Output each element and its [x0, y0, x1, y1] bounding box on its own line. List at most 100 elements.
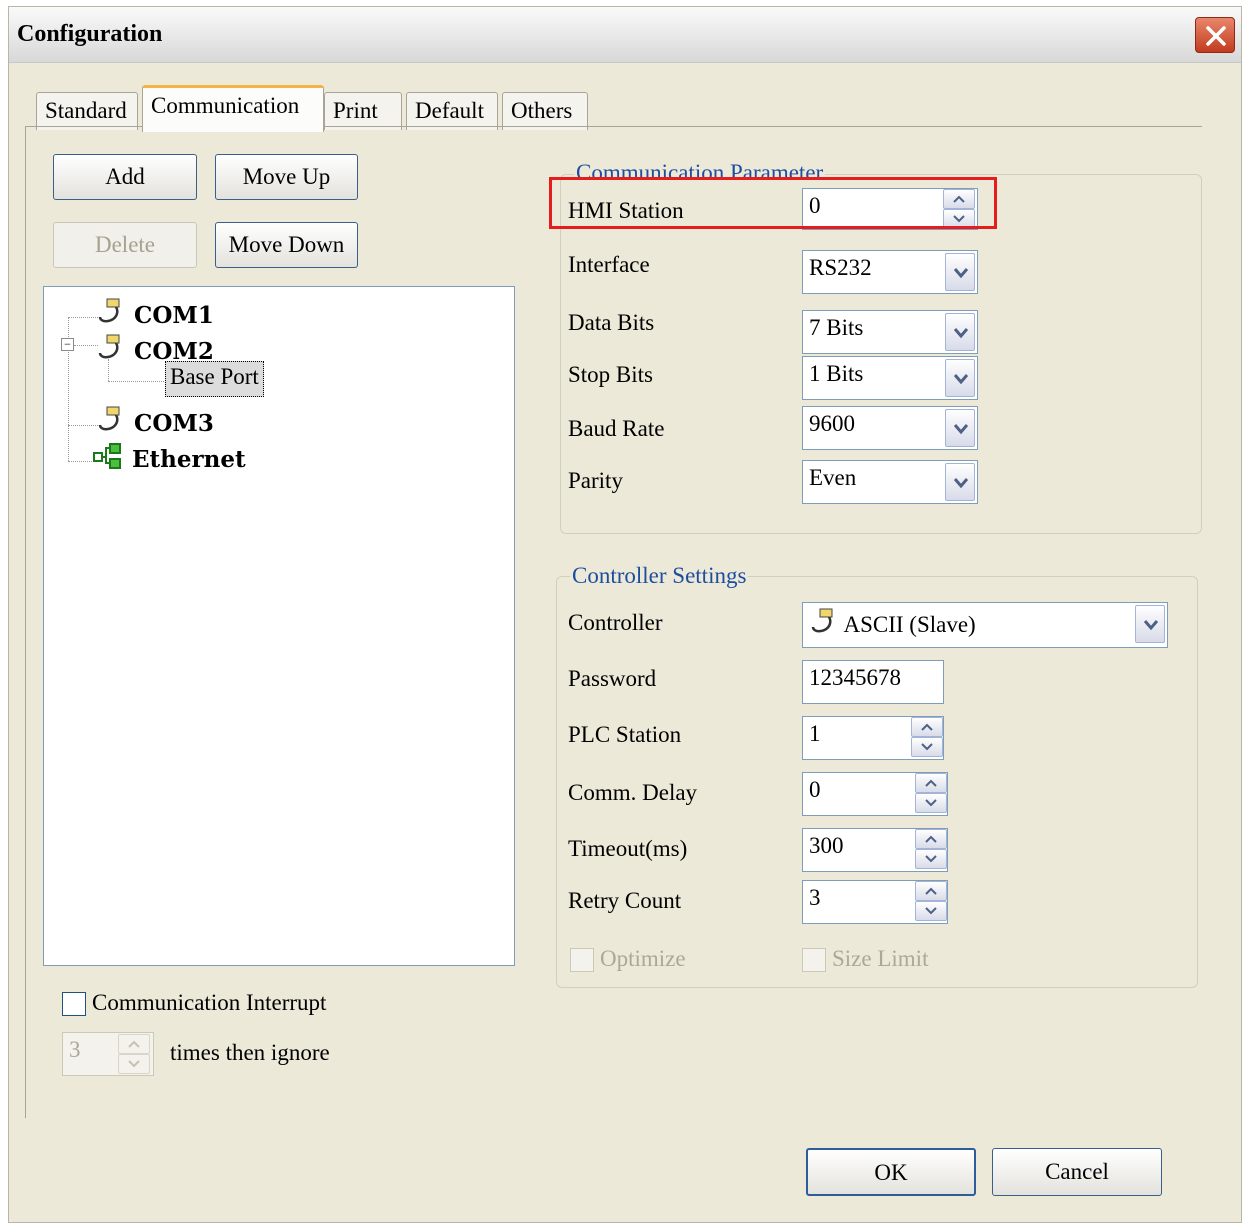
- stop-bits-value: 1 Bits: [809, 361, 864, 386]
- tab-label: Print: [333, 98, 378, 123]
- data-bits-select[interactable]: 7 Bits: [802, 310, 978, 354]
- close-button[interactable]: [1195, 17, 1235, 53]
- data-bits-dropdown-button[interactable]: [945, 313, 975, 351]
- stop-bits-select[interactable]: 1 Bits: [802, 356, 978, 400]
- timeout-stepper[interactable]: 300: [802, 828, 948, 872]
- arrow-down-icon: [925, 799, 937, 807]
- collapse-icon[interactable]: −: [61, 338, 74, 351]
- interrupt-spin[interactable]: [118, 1033, 150, 1075]
- plc-station-label: PLC Station: [568, 722, 682, 747]
- serial-cable-icon: [98, 298, 120, 323]
- delete-button[interactable]: Delete: [53, 222, 197, 268]
- comm-delay-label: Comm. Delay: [568, 780, 698, 805]
- add-button[interactable]: Add: [53, 154, 197, 200]
- move-down-button[interactable]: Move Down: [215, 222, 358, 268]
- spin-up-button[interactable]: [915, 773, 947, 793]
- interrupt-times-stepper[interactable]: 3: [62, 1032, 154, 1076]
- controller-settings-title: Controller Settings: [570, 563, 749, 589]
- controller-select[interactable]: ASCII (Slave): [802, 602, 1168, 648]
- parity-select[interactable]: Even: [802, 460, 978, 504]
- timeout-spin[interactable]: [915, 829, 947, 871]
- controller-label: Controller: [568, 610, 663, 635]
- tree-line: [68, 317, 98, 318]
- password-field[interactable]: 12345678: [802, 660, 944, 704]
- comm-delay-stepper[interactable]: 0: [802, 772, 948, 816]
- spin-up-button[interactable]: [915, 829, 947, 849]
- arrow-up-icon: [925, 887, 937, 895]
- tab-default[interactable]: Default: [406, 92, 498, 130]
- tab-label: Others: [511, 98, 573, 123]
- interface-select[interactable]: RS232: [802, 250, 978, 294]
- tab-standard[interactable]: Standard: [36, 92, 138, 130]
- stop-bits-dropdown-button[interactable]: [945, 359, 975, 397]
- tab-others[interactable]: Others: [502, 92, 588, 130]
- plc-station-spin[interactable]: [911, 717, 943, 759]
- retry-count-value: 3: [809, 885, 821, 910]
- tree-line: [108, 381, 164, 382]
- interface-label: Interface: [568, 252, 650, 277]
- spin-down-button[interactable]: [911, 737, 943, 757]
- tree-line: [68, 461, 92, 462]
- spin-down-button[interactable]: [915, 793, 947, 813]
- move-up-button[interactable]: Move Up: [215, 154, 358, 200]
- retry-count-stepper[interactable]: 3: [802, 880, 948, 924]
- spin-down-button[interactable]: [915, 901, 947, 921]
- tree-item-label: COM3: [134, 410, 214, 437]
- tree-item-ethernet[interactable]: Ethernet: [92, 441, 246, 473]
- spin-up-button[interactable]: [118, 1034, 150, 1054]
- tree-item-label: Ethernet: [132, 446, 246, 473]
- parity-value: Even: [809, 465, 857, 490]
- serial-cable-icon: [811, 608, 833, 633]
- cancel-button[interactable]: Cancel: [992, 1148, 1162, 1196]
- tab-label: Standard: [45, 98, 127, 123]
- chevron-down-icon: [953, 374, 969, 385]
- ok-button[interactable]: OK: [806, 1148, 976, 1196]
- arrow-down-icon: [925, 855, 937, 863]
- close-icon: [1206, 26, 1226, 46]
- password-label: Password: [568, 666, 657, 691]
- interface-value: RS232: [809, 255, 872, 280]
- comm-delay-spin[interactable]: [915, 773, 947, 815]
- data-bits-label: Data Bits: [568, 310, 655, 335]
- hmi-station-highlight: [549, 177, 997, 229]
- plc-station-value: 1: [809, 721, 821, 746]
- communication-interrupt-checkbox[interactable]: [62, 992, 86, 1016]
- spin-up-button[interactable]: [911, 717, 943, 737]
- tree-line: [74, 345, 98, 346]
- interface-dropdown-button[interactable]: [945, 253, 975, 291]
- size-limit-label: Size Limit: [832, 946, 929, 971]
- tree-item-label: COM1: [134, 302, 214, 329]
- arrow-up-icon: [925, 779, 937, 787]
- chevron-down-icon: [953, 424, 969, 435]
- retry-count-spin[interactable]: [915, 881, 947, 923]
- spin-down-button[interactable]: [915, 849, 947, 869]
- interrupt-times-value: 3: [69, 1037, 81, 1062]
- chevron-down-icon: [1143, 620, 1159, 631]
- arrow-up-icon: [925, 835, 937, 843]
- arrow-down-icon: [128, 1060, 140, 1068]
- tab-communication[interactable]: Communication: [142, 85, 324, 132]
- controller-value: ASCII (Slave): [843, 612, 976, 637]
- baud-rate-select[interactable]: 9600: [802, 406, 978, 450]
- password-value: 12345678: [809, 665, 901, 690]
- controller-dropdown-button[interactable]: [1135, 605, 1165, 643]
- tree-item-base-port[interactable]: Base Port: [165, 361, 264, 397]
- title-bar: Configuration: [9, 7, 1241, 63]
- baud-rate-dropdown-button[interactable]: [945, 409, 975, 447]
- tree-item-com1[interactable]: COM1: [96, 297, 214, 329]
- network-icon: [93, 443, 121, 469]
- serial-cable-icon: [98, 406, 120, 431]
- tree-item-com3[interactable]: COM3: [96, 405, 214, 437]
- port-tree[interactable]: − COM1 COM2 Base Port COM3 Ethernet: [43, 286, 515, 966]
- size-limit-checkbox[interactable]: [802, 948, 826, 972]
- optimize-label: Optimize: [600, 946, 686, 971]
- spin-up-button[interactable]: [915, 881, 947, 901]
- parity-dropdown-button[interactable]: [945, 463, 975, 501]
- spin-down-button[interactable]: [118, 1054, 150, 1074]
- optimize-checkbox[interactable]: [570, 948, 594, 972]
- comm-delay-value: 0: [809, 777, 821, 802]
- plc-station-stepper[interactable]: 1: [802, 716, 944, 760]
- chevron-down-icon: [953, 478, 969, 489]
- arrow-down-icon: [925, 907, 937, 915]
- tab-print[interactable]: Print: [324, 92, 402, 130]
